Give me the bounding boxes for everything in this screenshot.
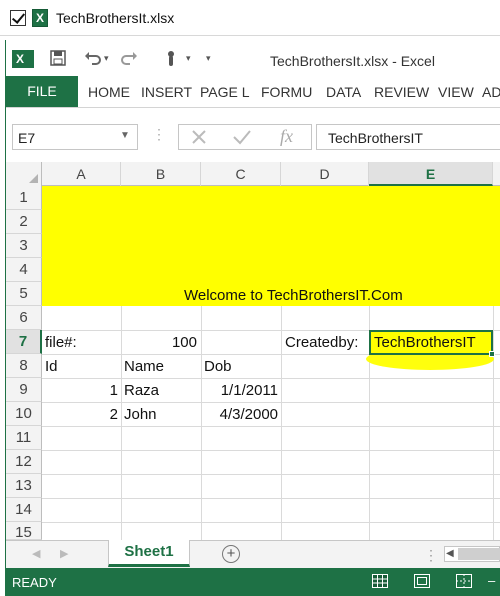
tab-insert[interactable]: INSERT (141, 84, 192, 100)
sheet-prev-icon[interactable]: ◀ (32, 547, 40, 560)
cell-a8[interactable]: Id (45, 355, 58, 379)
tab-review[interactable]: REVIEW (374, 84, 429, 100)
row-header-2[interactable]: 2 (6, 210, 42, 234)
normal-view-icon[interactable] (372, 574, 388, 591)
row-header-7[interactable]: 7 (6, 330, 42, 354)
window-title: TechBrothersIt.xlsx - Excel (270, 53, 435, 69)
row-header-5[interactable]: 5 (6, 282, 42, 306)
row-header-4[interactable]: 4 (6, 258, 42, 282)
cancel-icon[interactable] (190, 128, 208, 149)
touch-mode-icon[interactable] (164, 50, 180, 71)
status-ready: READY (12, 575, 57, 590)
column-header-a[interactable]: A (42, 162, 121, 186)
cell-b7[interactable]: 100 (121, 331, 197, 355)
cell-b8[interactable]: Name (124, 355, 164, 379)
column-header-c[interactable]: C (201, 162, 281, 186)
name-box-dropdown-icon[interactable]: ▼ (120, 130, 130, 141)
tab-split-grip-icon[interactable]: ⋮ (424, 547, 438, 564)
excel-file-icon: X (32, 9, 48, 27)
select-all-button[interactable] (6, 162, 42, 186)
undo-dropdown-icon[interactable]: ▾ (104, 53, 109, 64)
tab-view[interactable]: VIEW (438, 84, 474, 100)
row-header-11[interactable]: 11 (6, 426, 42, 450)
cell-b10[interactable]: John (124, 403, 157, 427)
row-header-9[interactable]: 9 (6, 378, 42, 402)
cell-a9[interactable]: 1 (42, 379, 118, 403)
row-header-6[interactable]: 6 (6, 306, 42, 330)
cell-c10[interactable]: 4/3/2000 (201, 403, 278, 427)
zoom-out-icon[interactable]: – (488, 574, 500, 588)
cell-e7: TechBrothersIT (374, 334, 476, 351)
sheet-next-icon[interactable]: ▶ (60, 547, 68, 560)
fill-handle[interactable] (489, 351, 495, 357)
touch-dropdown-icon[interactable]: ▾ (186, 53, 191, 64)
row-header-13[interactable]: 13 (6, 474, 42, 498)
column-header-d[interactable]: D (281, 162, 369, 186)
scrollbar-thumb[interactable] (458, 548, 500, 560)
cell-d7[interactable]: Createdby: (285, 331, 358, 355)
banner-text: Welcome to TechBrothersIT.Com (184, 287, 403, 304)
name-box-value: E7 (18, 130, 36, 146)
tab-home[interactable]: HOME (88, 84, 130, 100)
undo-icon[interactable] (84, 50, 102, 69)
redo-icon[interactable] (120, 50, 138, 69)
save-icon[interactable] (50, 50, 66, 69)
row-header-8[interactable]: 8 (6, 354, 42, 378)
file-name: TechBrothersIt.xlsx (56, 10, 175, 26)
customize-qat-icon[interactable]: ▾ (206, 53, 211, 64)
tab-data[interactable]: DATA (326, 84, 361, 100)
sheet-tab-sheet1[interactable]: Sheet1 (108, 540, 190, 567)
cell-c9[interactable]: 1/1/2011 (201, 379, 278, 403)
add-sheet-icon[interactable]: + (222, 545, 240, 563)
tab-file[interactable]: FILE (6, 76, 78, 107)
excel-logo-icon: X (12, 50, 34, 68)
row-header-15[interactable]: 15 (6, 522, 42, 540)
column-header-b[interactable]: B (121, 162, 201, 186)
column-header-e[interactable]: E (369, 162, 493, 186)
ribbon-collapsed-area (6, 108, 500, 122)
row-header-12[interactable]: 12 (6, 450, 42, 474)
cell-b9[interactable]: Raza (124, 379, 159, 403)
tab-formulas[interactable]: FORMU (261, 84, 312, 100)
file-checkbox[interactable] (10, 10, 26, 26)
cell-a7[interactable]: file#: (45, 331, 77, 355)
tab-add-ins[interactable]: AD (482, 84, 500, 100)
page-layout-view-icon[interactable] (414, 574, 430, 591)
tab-page-layout[interactable]: PAGE L (200, 84, 250, 100)
formula-value: TechBrothersIT (328, 130, 423, 146)
formula-bar-grip-icon: ⋮ (152, 126, 166, 142)
row-header-1[interactable]: 1 (6, 186, 42, 210)
cell-c8[interactable]: Dob (204, 355, 232, 379)
row-header-3[interactable]: 3 (6, 234, 42, 258)
enter-icon[interactable] (232, 128, 252, 149)
cell-a10[interactable]: 2 (42, 403, 118, 427)
insert-function-icon[interactable]: fx (280, 126, 293, 147)
page-break-view-icon[interactable] (456, 574, 472, 591)
row-header-10[interactable]: 10 (6, 402, 42, 426)
scroll-left-icon[interactable]: ◀ (446, 548, 454, 559)
row-header-14[interactable]: 14 (6, 498, 42, 522)
